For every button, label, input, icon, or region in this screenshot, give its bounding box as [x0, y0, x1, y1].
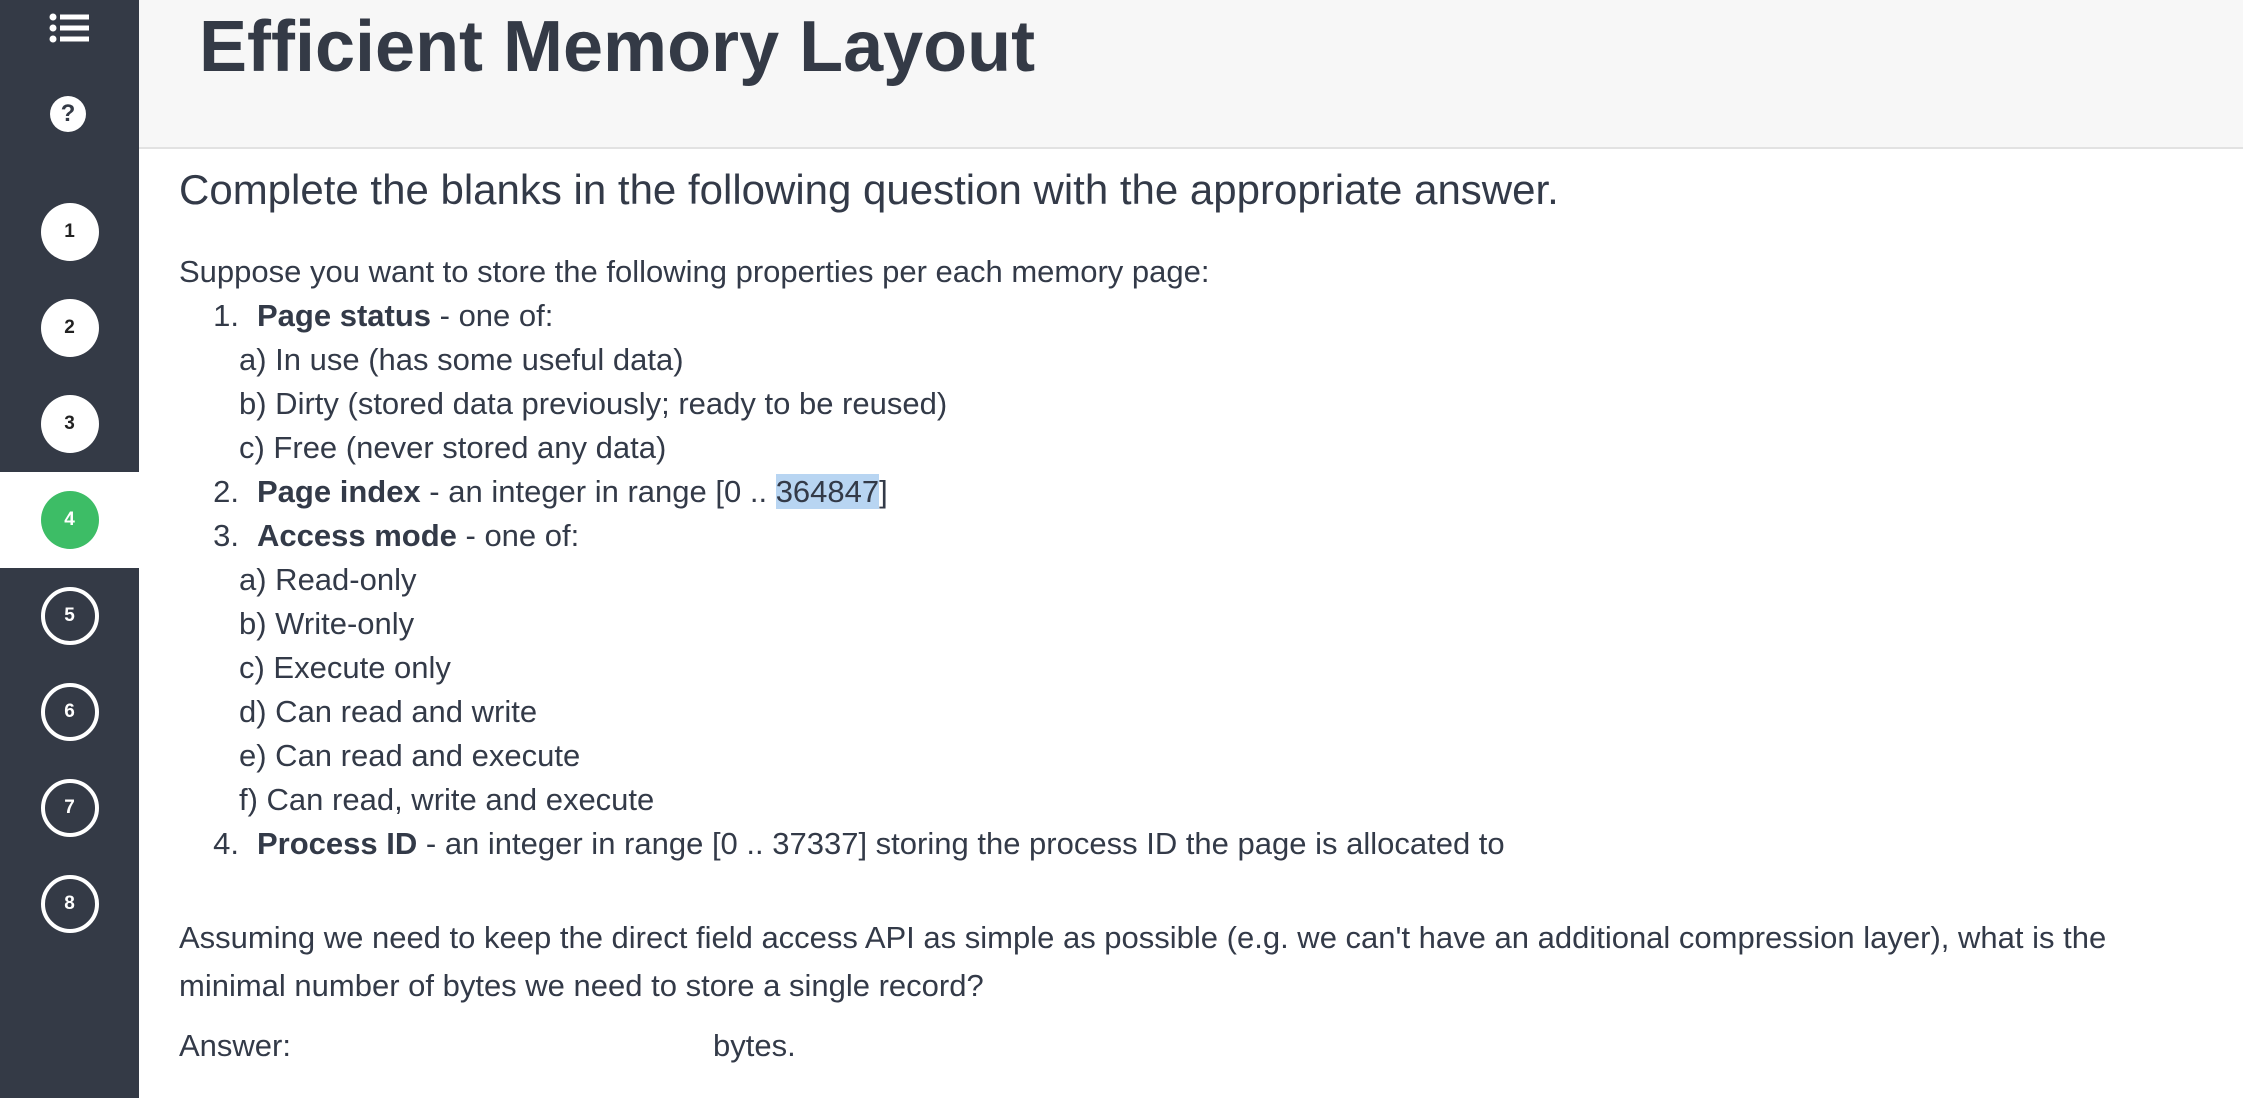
question-circle-icon[interactable]: ? [50, 96, 86, 132]
question-intro: Suppose you want to store the following … [179, 254, 1210, 289]
option-item: e) Can read and execute [239, 738, 581, 773]
property-item: 2. Page index - an integer in range [0 .… [179, 470, 2219, 514]
question-prompt: Assuming we need to keep the direct fiel… [179, 920, 2107, 1003]
list-icon[interactable] [47, 10, 91, 46]
step-5[interactable]: 5 [0, 568, 139, 664]
step-2[interactable]: 2 [0, 280, 139, 376]
page-title: Efficient Memory Layout [199, 7, 1036, 87]
answer-label: Answer: [179, 1028, 291, 1063]
question-instruction: Complete the blanks in the following que… [179, 166, 1559, 213]
page-header: Efficient Memory Layout [139, 0, 2243, 149]
property-name: Access mode [257, 518, 457, 553]
step-circle: 4 [40, 491, 99, 549]
step-4[interactable]: 4 [0, 472, 139, 568]
property-name: Page index [257, 474, 421, 509]
step-7[interactable]: 7 [0, 760, 139, 856]
answer-input[interactable] [318, 1026, 693, 1066]
step-circle: 2 [40, 299, 99, 357]
option-item: c) Execute only [239, 650, 451, 685]
option-item: f) Can read, write and execute [239, 782, 655, 817]
list-number: 1. [213, 298, 239, 333]
option-item: d) Can read and write [239, 694, 538, 729]
step-circle: 7 [40, 779, 99, 837]
step-circle: 5 [40, 587, 99, 645]
property-list: 1. Page status - one of: a) In use (has … [179, 294, 2219, 866]
step-1[interactable]: 1 [0, 184, 139, 280]
property-desc: - an integer in range [0 .. [420, 474, 776, 509]
step-circle: 8 [40, 875, 99, 933]
step-8[interactable]: 8 [0, 856, 139, 952]
option-item: b) Write-only [239, 606, 415, 641]
property-item: 4. Process ID - an integer in range [0 .… [179, 822, 2219, 866]
answer-row: Answer: bytes. [179, 1024, 2219, 1068]
question-content: Complete the blanks in the following que… [179, 160, 2219, 1068]
option-item: c) Free (never stored any data) [239, 430, 667, 465]
property-item: 1. Page status - one of: [179, 294, 2219, 338]
option-item: b) Dirty (stored data previously; ready … [239, 386, 948, 421]
list-number: 2. [213, 474, 239, 509]
property-desc: - one of: [456, 518, 580, 553]
list-number: 3. [213, 518, 239, 553]
step-circle: 3 [40, 395, 99, 453]
property-desc: - an integer in range [0 .. 37337] stori… [417, 826, 1505, 861]
list-number: 4. [213, 826, 239, 861]
step-3[interactable]: 3 [0, 376, 139, 472]
option-item: a) In use (has some useful data) [239, 342, 684, 377]
step-circle: 1 [40, 203, 99, 261]
sidebar: ? 1 2 3 4 5 6 7 8 [0, 0, 139, 1098]
property-desc: - one of: [431, 298, 554, 333]
property-name: Page status [257, 298, 432, 333]
option-item: a) Read-only [239, 562, 417, 597]
property-name: Process ID [257, 826, 418, 861]
property-item: 3. Access mode - one of: [179, 514, 2219, 558]
step-6[interactable]: 6 [0, 664, 139, 760]
step-circle: 6 [40, 683, 99, 741]
property-desc-end: ] [879, 474, 888, 509]
selected-text: 364847 [775, 474, 880, 509]
answer-unit: bytes. [712, 1028, 796, 1063]
